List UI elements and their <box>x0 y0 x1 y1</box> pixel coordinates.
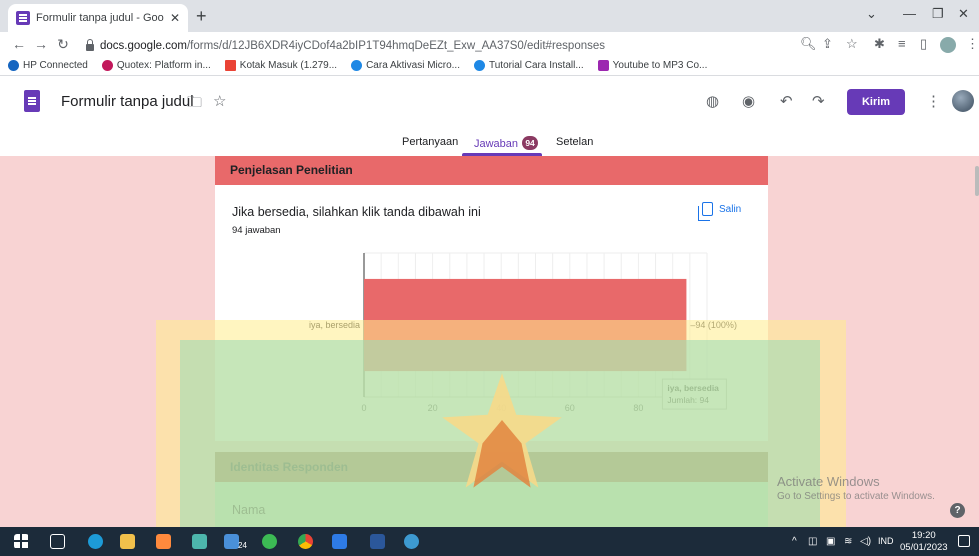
word-icon[interactable] <box>370 534 385 549</box>
omnibox[interactable]: docs.google.com/forms/d/12JB6XDR4iyCDof4… <box>86 36 786 56</box>
undo-icon[interactable]: ↶ <box>780 92 793 110</box>
hp-icon <box>8 60 19 71</box>
windows-start-icon[interactable] <box>14 534 29 549</box>
bar-chart: 0 20 40 60 80 iya, bersedia –94 (100%) iya, ber… <box>309 252 737 413</box>
close-window-icon[interactable]: ✕ <box>958 6 969 22</box>
chart-x-tick-label: 60 <box>565 403 575 413</box>
line-icon[interactable] <box>262 534 277 549</box>
tray-chevron-icon[interactable]: ^ <box>792 536 797 547</box>
bookmark-item[interactable]: Kotak Masuk (1.279... <box>224 60 337 71</box>
tab-responses[interactable]: Jawaban 94 <box>474 136 539 150</box>
minimize-icon[interactable]: — <box>903 6 916 21</box>
bookmarks-bar: HP Connected Quotex: Platform in... Kota… <box>0 56 979 76</box>
question-card: Jika bersedia, silahkan klik tanda dibaw… <box>215 185 768 441</box>
bookmark-item[interactable]: Cara Aktivasi Micro... <box>351 60 460 71</box>
mail-icon[interactable] <box>224 534 239 549</box>
restore-icon[interactable]: ❐ <box>932 6 944 22</box>
section-header: Penjelasan Penelitian <box>215 156 768 185</box>
volume-icon[interactable]: ◁) <box>860 536 871 547</box>
send-button[interactable]: Kirim <box>847 89 905 115</box>
chart-x-tick-label: 80 <box>633 403 643 413</box>
windows-taskbar: 24 ^ ◫ ▣ ≋ ◁) IND 19:20 05/01/2023 <box>0 527 979 556</box>
avatar[interactable] <box>952 90 974 112</box>
app-globe-icon[interactable] <box>404 534 419 549</box>
calculator-icon[interactable] <box>192 534 207 549</box>
question-card-2: Nama <box>215 482 768 527</box>
edge-icon[interactable] <box>88 534 103 549</box>
wifi-icon[interactable]: ≋ <box>844 536 852 547</box>
back-icon[interactable]: ← <box>8 36 30 52</box>
chart-bar <box>364 278 687 372</box>
play-icon <box>597 60 609 71</box>
browser-menu-icon[interactable]: ⋮ <box>966 36 979 52</box>
reload-icon[interactable]: ↻ <box>52 36 74 53</box>
share-icon[interactable]: ⇪ <box>822 36 833 52</box>
app-icon[interactable] <box>156 534 171 549</box>
zoom-search-icon[interactable]: 🔍︎ <box>800 36 817 52</box>
clock[interactable]: 19:20 05/01/2023 <box>900 530 948 554</box>
more-options-icon[interactable]: ⋮ <box>926 92 941 110</box>
scrollbar[interactable] <box>975 166 979 196</box>
folder-icon[interactable]: 🗀︎ <box>187 92 202 117</box>
file-explorer-icon[interactable] <box>120 534 135 549</box>
forms-header: Formulir tanpa judul 🗀︎ ☆ ◍ ◉ ↶ ↷ Kirim … <box>0 76 979 128</box>
forward-icon[interactable]: → <box>30 36 52 52</box>
security-icon[interactable] <box>332 534 347 549</box>
bookmark-item[interactable]: Youtube to MP3 Co... <box>597 60 707 71</box>
chart-category-label: iya, bersedia <box>309 320 360 330</box>
chart-tooltip-value: Jumlah: 94 <box>667 395 709 405</box>
tab-questions[interactable]: Pertanyaan <box>402 136 458 148</box>
new-tab-icon[interactable]: + <box>196 6 207 27</box>
lock-icon <box>86 39 94 51</box>
extensions-icon[interactable]: ✱ <box>874 36 885 52</box>
redo-icon[interactable]: ↷ <box>812 92 825 110</box>
side-panel-icon[interactable]: ▯ <box>920 36 927 52</box>
taskbar-badge: 24 <box>238 541 247 550</box>
responses-content: Penjelasan Penelitian Jika bersedia, sil… <box>0 156 979 527</box>
url-text: docs.google.com/forms/d/12JB6XDR4iyCDof4… <box>100 40 606 52</box>
google-forms-logo-icon[interactable] <box>24 90 40 112</box>
question-title-nama: Nama <box>232 503 266 517</box>
chart-data-label: –94 (100%) <box>690 320 737 330</box>
chart-x-tick-label: 20 <box>428 403 438 413</box>
quotex-icon <box>101 60 113 71</box>
bookmark-item[interactable]: Quotex: Platform in... <box>101 60 211 71</box>
profile-avatar-icon[interactable] <box>940 37 956 53</box>
form-tabs: Pertanyaan Jawaban 94 Setelan <box>0 128 979 156</box>
palette-icon[interactable]: ◍ <box>706 92 719 110</box>
chart-tooltip-title: iya, bersedia <box>667 383 719 393</box>
bookmark-site-icon <box>474 60 485 71</box>
bookmark-item[interactable]: HP Connected <box>8 60 88 71</box>
chart-x-tick-label: 0 <box>361 403 366 413</box>
browser-tab-bar: Formulir tanpa judul - Google Fo ✕ + ⌄ —… <box>0 0 979 32</box>
tray-app-icon[interactable]: ▣ <box>826 536 835 547</box>
form-title[interactable]: Formulir tanpa judul <box>61 93 194 110</box>
language-indicator[interactable]: IND <box>878 536 894 546</box>
help-icon[interactable]: ? <box>950 503 965 518</box>
reading-list-icon[interactable]: ≡ <box>898 36 906 51</box>
star-icon[interactable]: ☆ <box>213 92 226 110</box>
google-forms-favicon-icon <box>16 11 30 25</box>
bookmark-star-icon[interactable]: ☆ <box>846 36 858 52</box>
browser-tab[interactable]: Formulir tanpa judul - Google Fo ✕ <box>8 4 188 32</box>
activate-windows-watermark: Activate Windows Go to Settings to activ… <box>777 474 935 502</box>
bookmark-site-icon <box>351 60 363 71</box>
notification-icon[interactable] <box>958 535 970 547</box>
section-header-2: Identitas Responden <box>215 452 768 482</box>
bookmark-item[interactable]: Tutorial Cara Install... <box>474 60 584 71</box>
chrome-icon[interactable] <box>298 534 313 549</box>
task-view-icon[interactable] <box>50 534 65 549</box>
tab-settings[interactable]: Setelan <box>556 136 593 148</box>
tab-title: Formulir tanpa judul - Google Fo <box>36 12 164 24</box>
preview-eye-icon[interactable]: ◉ <box>742 92 755 110</box>
tray-network-icon[interactable]: ◫ <box>808 536 817 547</box>
tab-search-chevron-icon[interactable]: ⌄ <box>866 6 877 22</box>
chart-x-tick-label: 40 <box>496 403 506 413</box>
tab-close-icon[interactable]: ✕ <box>170 11 180 25</box>
gmail-icon <box>224 60 236 71</box>
responses-count-badge: 94 <box>522 136 539 150</box>
